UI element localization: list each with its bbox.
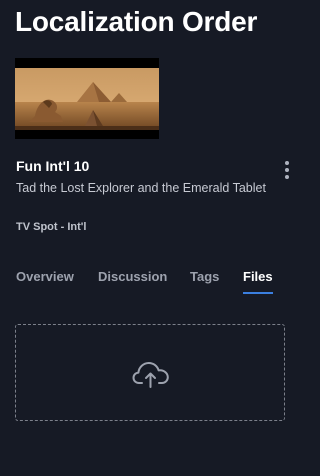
cloud-upload-icon xyxy=(132,362,169,388)
more-options-button[interactable] xyxy=(280,159,294,181)
thumbnail-image xyxy=(15,58,159,139)
file-upload-dropzone[interactable] xyxy=(15,324,285,421)
page-title: Localization Order xyxy=(15,6,258,37)
tab-discussion[interactable]: Discussion xyxy=(98,268,167,285)
asset-type: TV Spot - Int'l xyxy=(16,221,87,233)
tab-files[interactable]: Files xyxy=(243,268,273,294)
video-thumbnail[interactable] xyxy=(15,58,159,139)
tab-files-label: Files xyxy=(243,269,273,284)
asset-subtitle: Tad the Lost Explorer and the Emerald Ta… xyxy=(16,181,266,195)
asset-title: Fun Int'l 10 xyxy=(16,158,90,174)
active-tab-indicator xyxy=(243,292,273,294)
tab-overview[interactable]: Overview xyxy=(16,268,74,285)
tab-tags[interactable]: Tags xyxy=(190,268,219,285)
